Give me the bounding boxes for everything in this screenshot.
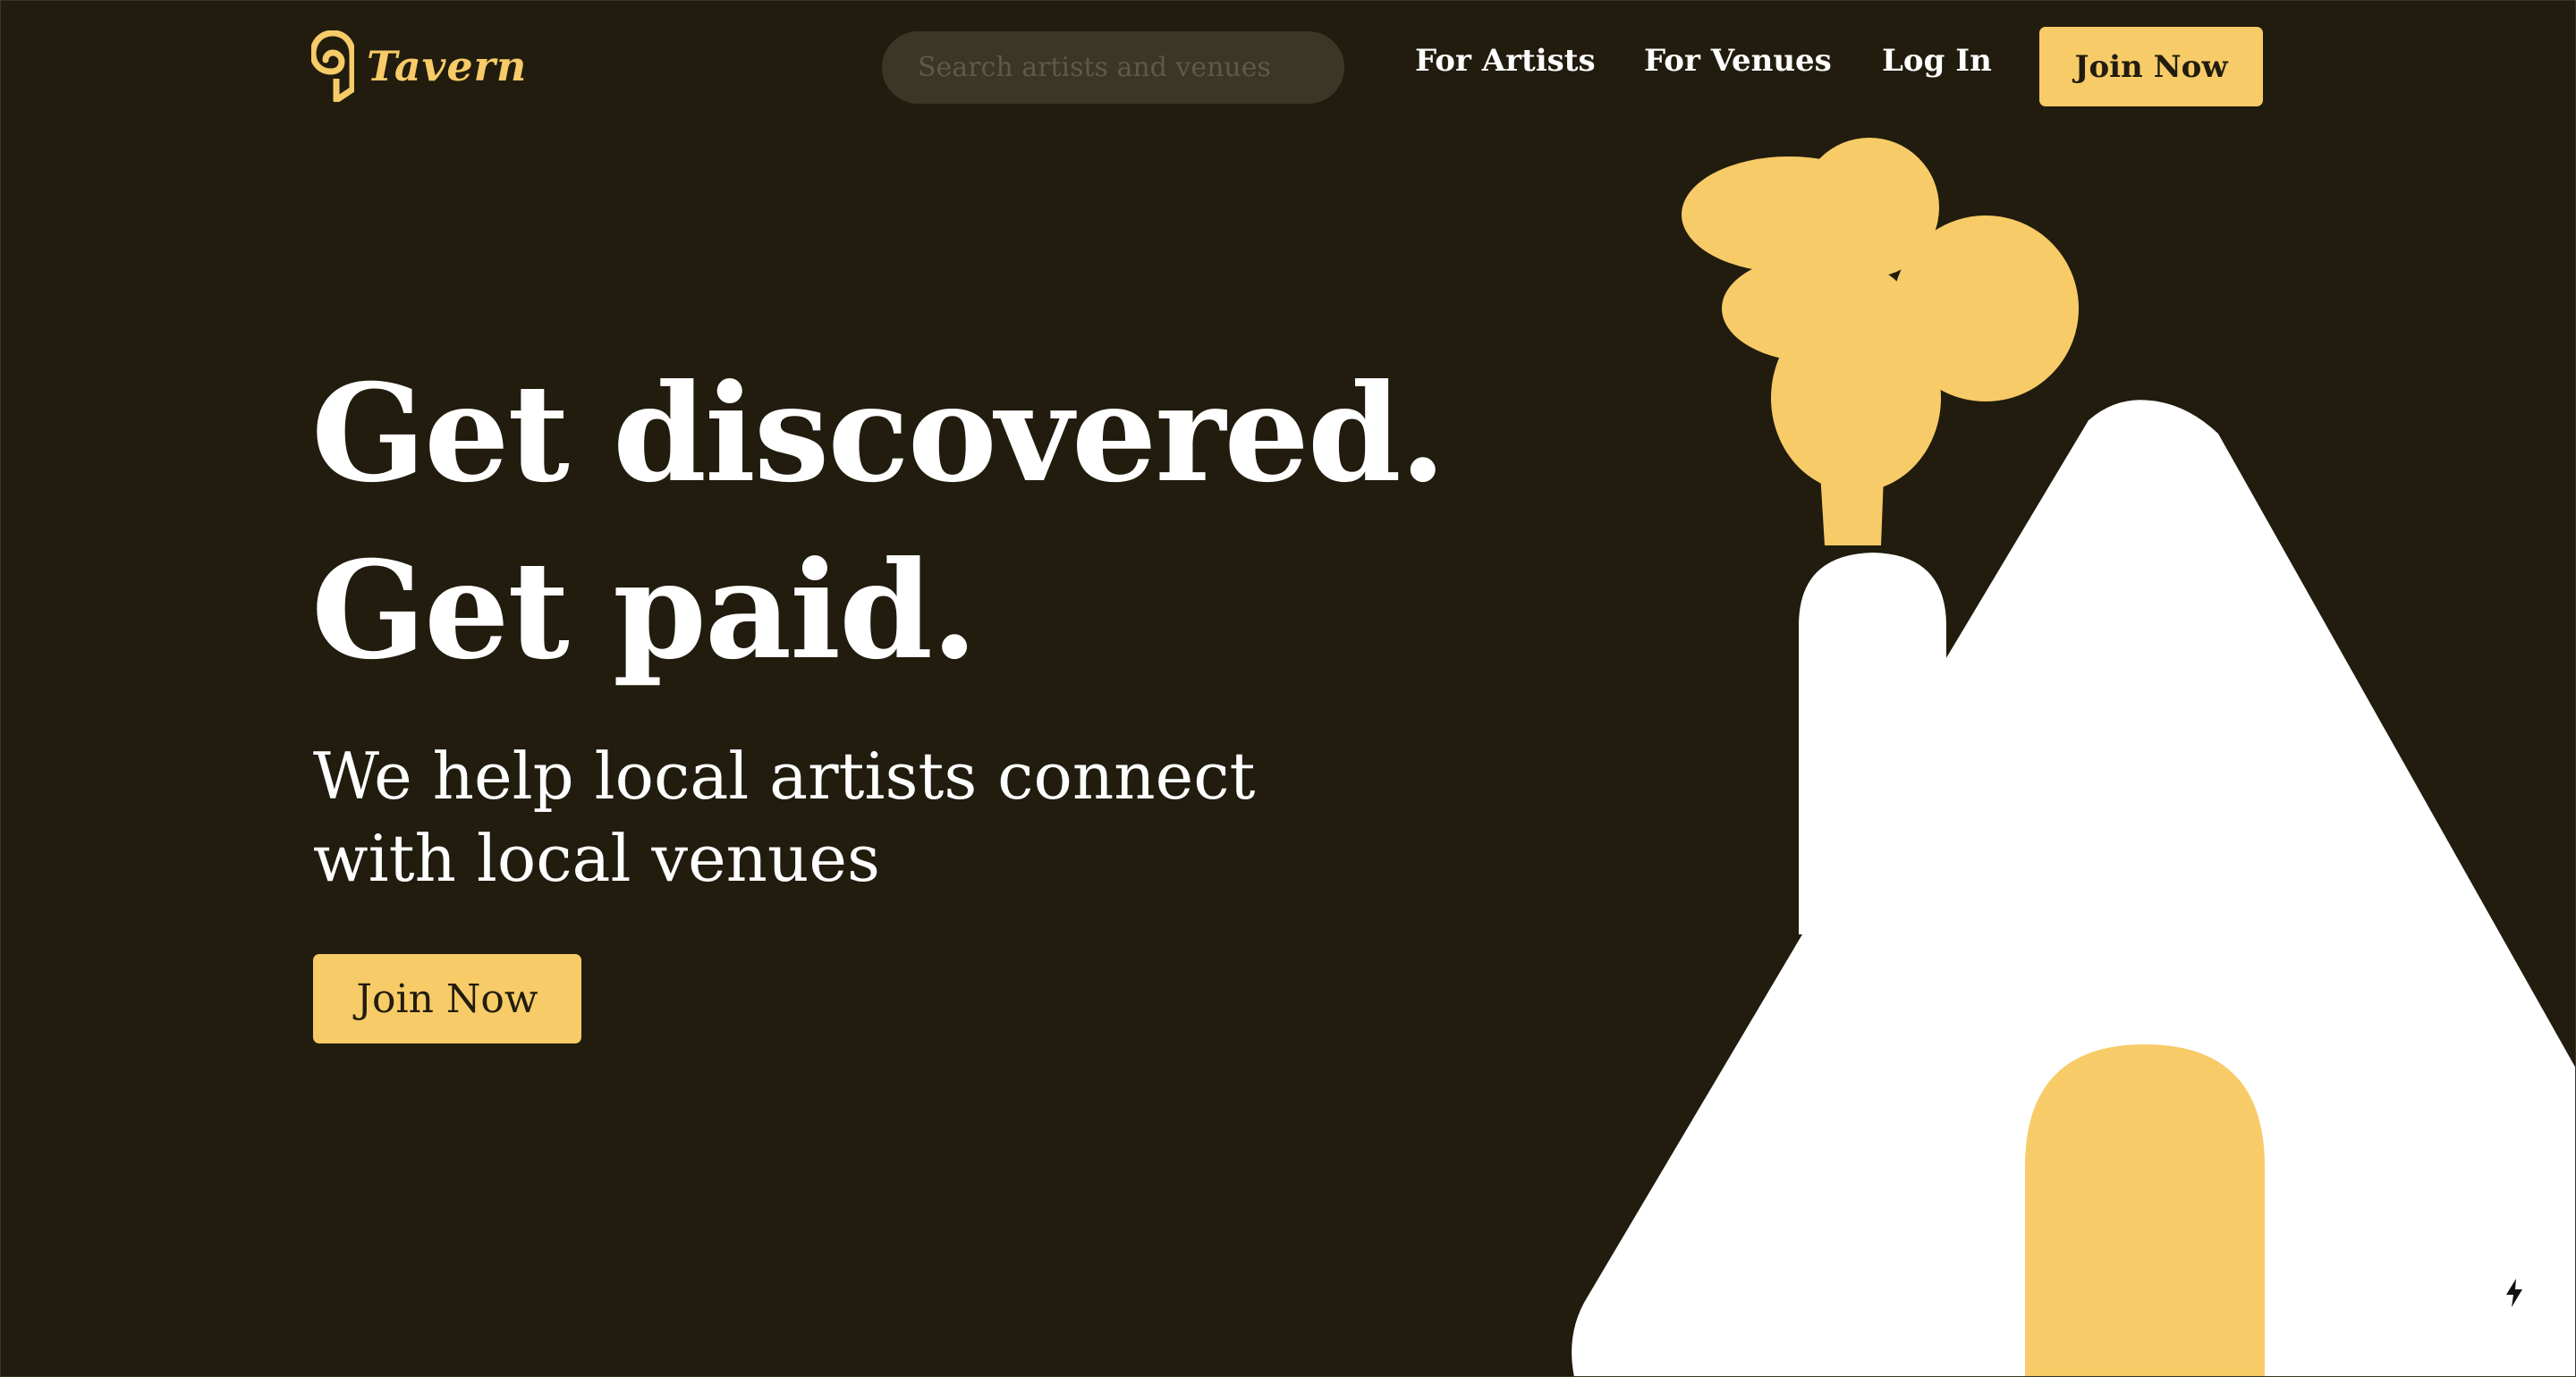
search-bar[interactable] <box>882 31 1344 104</box>
search-input[interactable] <box>916 51 1310 84</box>
tavern-logo-icon <box>311 30 354 102</box>
brand-name: Tavern <box>367 42 528 90</box>
house-body <box>1572 400 2576 1377</box>
hero-headline: Get discovered. Get paid. <box>311 345 1446 699</box>
hero-subhead: We help local artists connect with local… <box>313 739 1256 896</box>
lightning-widget-button[interactable] <box>2496 1268 2533 1322</box>
hero-join-now-button[interactable]: Join Now <box>313 954 581 1043</box>
chimney <box>1799 553 1946 934</box>
nav-log-in[interactable]: Log In <box>1882 43 1992 79</box>
header-join-now-button[interactable]: Join Now <box>2039 27 2263 106</box>
nav-for-venues[interactable]: For Venues <box>1644 43 1832 79</box>
headline-line-1: Get discovered. <box>311 355 1446 512</box>
nav-for-artists[interactable]: For Artists <box>1415 43 1596 79</box>
lightning-bolt-icon <box>2504 1278 2524 1312</box>
chimney-smoke <box>1682 138 2079 545</box>
tavern-logo[interactable]: Tavern <box>311 30 527 102</box>
headline-line-2: Get paid. <box>311 532 978 689</box>
door <box>2025 1044 2265 1377</box>
